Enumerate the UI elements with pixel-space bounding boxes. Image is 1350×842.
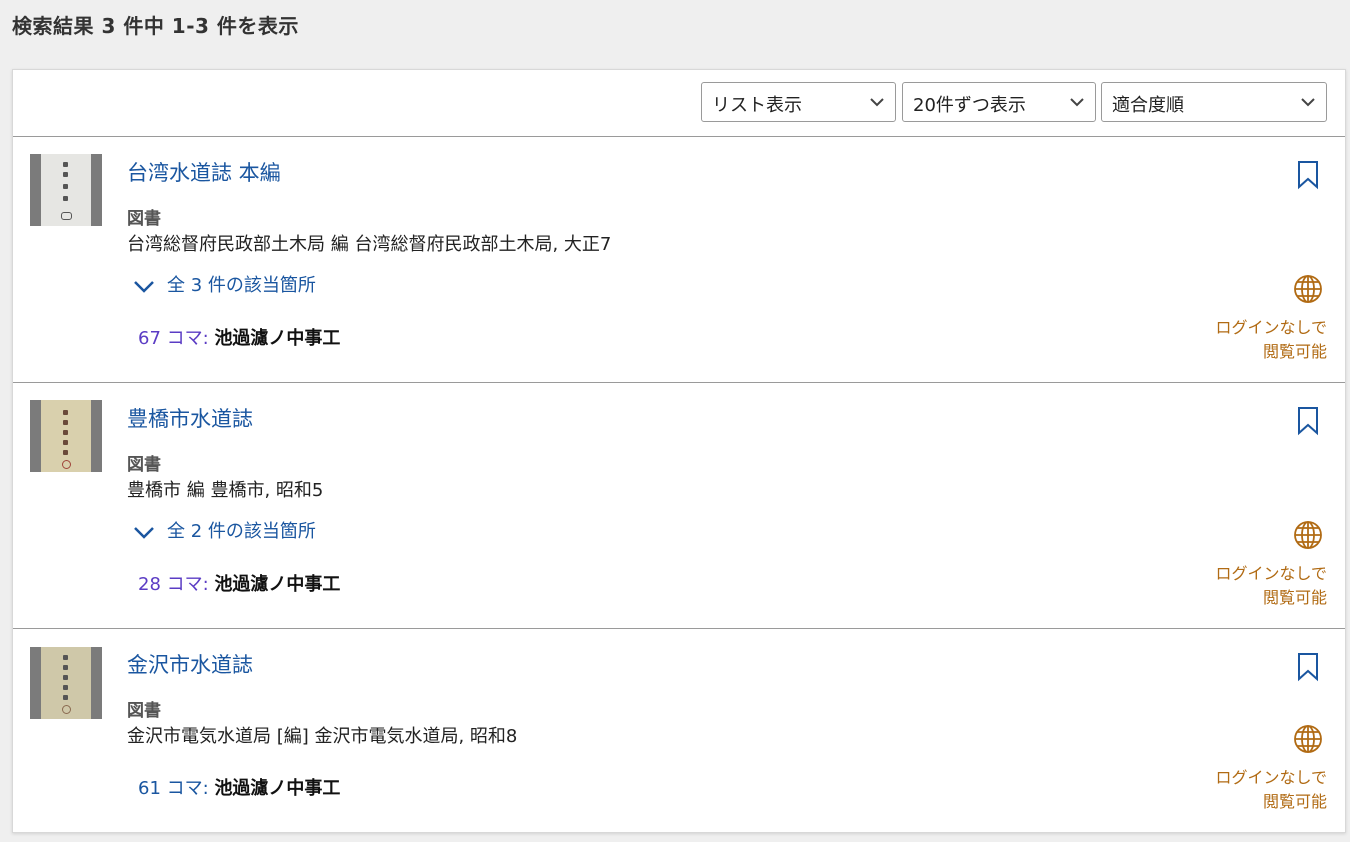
chevron-down-icon [1301,98,1315,107]
result-item: 金沢市水道誌 図書 金沢市電気水道局 [編] 金沢市電気水道局, 昭和8 61 … [13,629,1345,831]
expand-hits-label: 全 3 件の該当箇所 [167,275,316,296]
bookmark-icon[interactable] [1296,160,1320,190]
results-panel: リスト表示 20件ずつ表示 適合度順 台湾水道誌 本編 図書 台湾総督府民政部土… [12,69,1346,833]
hit-text: 池過濾ノ中事工 [214,574,341,595]
thumbnail-page [41,154,91,226]
result-item: 台湾水道誌 本編 図書 台湾総督府民政部土木局 編 台湾総督府民政部土木局, 大… [13,137,1345,383]
chevron-down-icon [1070,98,1084,107]
bookmark-icon[interactable] [1296,406,1320,436]
expand-hits-toggle[interactable]: 全 3 件の該当箇所 [133,271,316,297]
result-type: 図書 [127,701,161,721]
access-note: ログインなしで 閲覧可能 [1215,562,1327,610]
hit-snippet[interactable]: 67 コマ: 池過濾ノ中事工 [138,324,340,350]
access-note-line1: ログインなしで [1215,564,1327,583]
result-thumbnail[interactable] [30,400,102,472]
result-item: 豊橋市水道誌 図書 豊橋市 編 豊橋市, 昭和5 全 2 件の該当箇所 28 コ… [13,383,1345,629]
globe-icon [1294,521,1322,549]
access-note: ログインなしで 閲覧可能 [1215,766,1327,814]
hit-text: 池過濾ノ中事工 [214,778,341,799]
chevron-down-icon [134,527,154,539]
access-note-line2: 閲覧可能 [1262,342,1327,361]
sort-select[interactable]: 適合度順 [1101,82,1327,122]
result-type: 図書 [127,209,161,229]
result-meta: 豊橋市 編 豊橋市, 昭和5 [127,480,324,501]
per-page-select[interactable]: 20件ずつ表示 [902,82,1096,122]
hit-frame-number: 61 コマ: [138,778,209,799]
thumbnail-page [41,647,91,719]
access-note-line2: 閲覧可能 [1262,792,1327,811]
sort-value: 適合度順 [1112,95,1184,116]
hit-snippet[interactable]: 61 コマ: 池過濾ノ中事工 [138,774,340,800]
access-note-line1: ログインなしで [1215,318,1327,337]
result-title-link[interactable]: 台湾水道誌 本編 [127,157,281,187]
hit-text: 池過濾ノ中事工 [214,328,341,349]
globe-icon [1294,725,1322,753]
result-meta: 金沢市電気水道局 [編] 金沢市電気水道局, 昭和8 [127,726,518,747]
expand-hits-toggle[interactable]: 全 2 件の該当箇所 [133,517,316,543]
per-page-value: 20件ずつ表示 [913,95,1026,116]
result-meta: 台湾総督府民政部土木局 編 台湾総督府民政部土木局, 大正7 [127,234,612,255]
bookmark-icon[interactable] [1296,652,1320,682]
hit-frame-number: 67 コマ: [138,328,209,349]
chevron-down-icon [134,281,154,293]
hit-frame-number: 28 コマ: [138,574,209,595]
result-title-link[interactable]: 豊橋市水道誌 [127,403,253,433]
expand-hits-label: 全 2 件の該当箇所 [167,521,316,542]
access-note: ログインなしで 閲覧可能 [1215,316,1327,364]
view-mode-select[interactable]: リスト表示 [701,82,896,122]
hit-snippet[interactable]: 28 コマ: 池過濾ノ中事工 [138,570,340,596]
thumbnail-page [41,400,91,472]
result-type: 図書 [127,455,161,475]
results-toolbar: リスト表示 20件ずつ表示 適合度順 [13,70,1345,137]
view-mode-value: リスト表示 [712,95,802,116]
access-note-line2: 閲覧可能 [1262,588,1327,607]
result-title-link[interactable]: 金沢市水道誌 [127,649,253,679]
result-thumbnail[interactable] [30,647,102,719]
globe-icon [1294,275,1322,303]
result-thumbnail[interactable] [30,154,102,226]
results-summary: 検索結果 3 件中 1-3 件を表示 [12,14,299,38]
chevron-down-icon [870,98,884,107]
access-note-line1: ログインなしで [1215,768,1327,787]
